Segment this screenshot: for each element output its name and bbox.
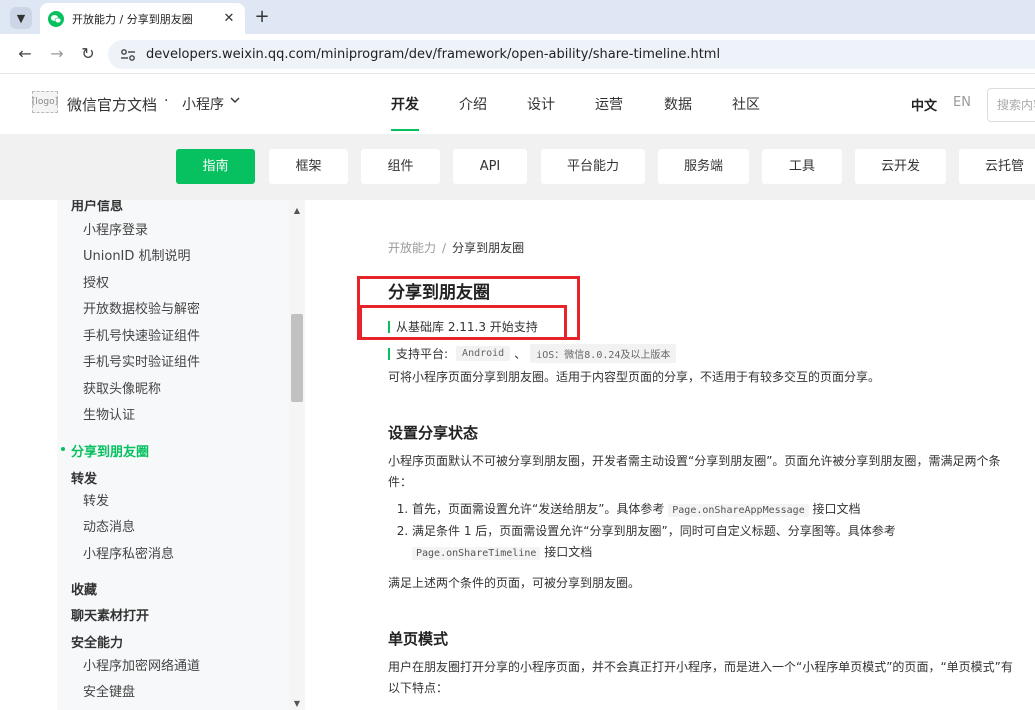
- share-status-note: 满足上述两个条件的页面，可被分享到朋友圈。: [388, 576, 641, 590]
- subnav-api[interactable]: API: [453, 149, 527, 184]
- sidebar: 用户信息 小程序登录 UnionID 机制说明 授权 开放数据校验与解密 手机号…: [0, 200, 305, 710]
- step1-code-link[interactable]: Page.onShareAppMessage: [668, 504, 809, 517]
- active-indicator-dot: [61, 447, 65, 451]
- scroll-down-arrow-icon[interactable]: ▼: [289, 699, 305, 708]
- browser-tab[interactable]: 开放能力 / 分享到朋友圈 ✕: [40, 3, 245, 34]
- sidebar-group-chat-material[interactable]: 聊天素材打开: [71, 605, 149, 624]
- sidebar-group-user-info[interactable]: 用户信息: [71, 200, 123, 214]
- sub-nav: 指南 框架 组件 API 平台能力 服务端 工具 云开发 云托管: [0, 134, 1035, 200]
- step2-code-link[interactable]: Page.onShareTimeline: [412, 547, 541, 560]
- subnav-tools[interactable]: 工具: [762, 149, 842, 184]
- platform-separator: 、: [514, 347, 527, 361]
- sidebar-item-login[interactable]: 小程序登录: [83, 219, 148, 238]
- breadcrumb-current: 分享到朋友圈: [452, 241, 525, 255]
- step1-suffix: 接口文档: [812, 502, 861, 516]
- site-header: [logo] 微信官方文档 · 小程序 开发 介绍 设计 运营 数据 社区 中文…: [0, 74, 1035, 134]
- tab-close-icon[interactable]: ✕: [221, 11, 237, 26]
- breadcrumb: 开放能力 / 分享到朋友圈: [388, 239, 524, 256]
- browser-tab-bar: ▼ 开放能力 / 分享到朋友圈 ✕ +: [0, 0, 1035, 34]
- sidebar-scrollbar[interactable]: ▲ ▼: [289, 200, 305, 710]
- scroll-thumb[interactable]: [291, 314, 303, 402]
- chevron-down-icon[interactable]: [229, 94, 241, 106]
- breadcrumb-separator: /: [442, 241, 447, 255]
- scroll-up-arrow-icon[interactable]: ▲: [289, 206, 305, 215]
- meta-bar-marker: [388, 347, 390, 360]
- sidebar-item-share-timeline[interactable]: 分享到朋友圈: [71, 441, 149, 460]
- sidebar-item-encrypted-channel[interactable]: 小程序加密网络通道: [83, 655, 200, 674]
- sidebar-item-phone-realtime[interactable]: 手机号实时验证组件: [83, 351, 200, 370]
- back-arrow-icon[interactable]: ←: [15, 44, 35, 64]
- lang-zh[interactable]: 中文: [911, 95, 937, 114]
- subnav-cloud-hosting[interactable]: 云托管: [959, 149, 1035, 184]
- site-settings-icon[interactable]: [120, 48, 136, 62]
- platform-label: 支持平台:: [396, 347, 449, 361]
- sidebar-item-unionid[interactable]: UnionID 机制说明: [83, 245, 191, 264]
- search-input[interactable]: 搜索内容: [987, 88, 1035, 122]
- tab-search-chevron-icon[interactable]: ▼: [10, 7, 32, 29]
- list-item: 首先，页面需设置允许“发送给朋友”。具体参考 Page.onShareAppMe…: [412, 499, 1018, 521]
- sidebar-item-authorize[interactable]: 授权: [83, 272, 109, 291]
- nav-design[interactable]: 设计: [527, 94, 555, 114]
- wechat-logo[interactable]: [logo]: [32, 91, 58, 113]
- address-bar[interactable]: developers.weixin.qq.com/miniprogram/dev…: [108, 40, 1035, 69]
- step1-text: 首先，页面需设置允许“发送给朋友”。具体参考: [412, 502, 665, 516]
- sidebar-item-avatar[interactable]: 获取头像昵称: [83, 378, 161, 397]
- list-item: 满足条件 1 后，页面需设置允许“分享到朋友圈”，同时可自定义标题、分享图等。具…: [412, 521, 1018, 564]
- section-title-share-status: 设置分享状态: [388, 424, 479, 442]
- nav-active-indicator: [391, 129, 419, 131]
- supported-platforms: 支持平台: Android 、 iOS：微信8.0.24及以上版本: [388, 344, 677, 363]
- breadcrumb-parent[interactable]: 开放能力: [388, 241, 436, 255]
- brand-separator: ·: [164, 93, 169, 109]
- highlight-box-version: [359, 305, 567, 340]
- tab-title: 开放能力 / 分享到朋友圈: [72, 12, 193, 26]
- product-selector[interactable]: 小程序: [182, 94, 224, 114]
- url-text: developers.weixin.qq.com/miniprogram/dev…: [146, 47, 721, 62]
- share-conditions-list: 首先，页面需设置允许“发送给朋友”。具体参考 Page.onShareAppMe…: [398, 499, 1018, 564]
- sidebar-group-forward[interactable]: 转发: [71, 468, 97, 487]
- reload-icon[interactable]: ↻: [78, 44, 98, 64]
- sidebar-item-forward[interactable]: 转发: [83, 490, 109, 509]
- lang-en[interactable]: EN: [953, 95, 971, 110]
- browser-toolbar: ← → ↻ developers.weixin.qq.com/miniprogr…: [0, 34, 1035, 74]
- platform-android-tag: Android: [456, 346, 511, 361]
- section-title-single-page: 单页模式: [388, 630, 449, 648]
- wechat-favicon-icon: [48, 10, 64, 27]
- nav-intro[interactable]: 介绍: [459, 94, 487, 114]
- new-tab-button[interactable]: +: [251, 6, 273, 28]
- sidebar-item-phone-quick[interactable]: 手机号快速验证组件: [83, 325, 200, 344]
- step2-suffix: 接口文档: [544, 545, 593, 559]
- subnav-platform[interactable]: 平台能力: [541, 149, 645, 184]
- nav-operation[interactable]: 运营: [595, 94, 623, 114]
- sidebar-item-private-msg[interactable]: 小程序私密消息: [83, 543, 174, 562]
- step2-text: 满足条件 1 后，页面需设置允许“分享到朋友圈”，同时可自定义标题、分享图等。具…: [412, 524, 896, 538]
- nav-community[interactable]: 社区: [732, 94, 760, 114]
- subnav-server[interactable]: 服务端: [658, 149, 749, 184]
- subnav-cloud-dev[interactable]: 云开发: [855, 149, 946, 184]
- single-page-paragraph: 用户在朋友圈打开分享的小程序页面，并不会真正打开小程序，而是进入一个“小程序单页…: [388, 660, 1013, 695]
- sidebar-item-secure-keyboard[interactable]: 安全键盘: [83, 681, 135, 700]
- nav-develop[interactable]: 开发: [391, 94, 419, 114]
- forward-arrow-icon[interactable]: →: [47, 44, 67, 64]
- subnav-components[interactable]: 组件: [361, 149, 440, 184]
- sidebar-group-favorite[interactable]: 收藏: [71, 579, 97, 598]
- intro-paragraph: 可将小程序页面分享到朋友圈。适用于内容型页面的分享，不适用于有较多交互的页面分享…: [388, 370, 881, 384]
- sidebar-item-dynamic-msg[interactable]: 动态消息: [83, 516, 135, 535]
- brand-title[interactable]: 微信官方文档: [67, 94, 157, 115]
- nav-data[interactable]: 数据: [664, 94, 692, 114]
- sidebar-item-bio-auth[interactable]: 生物认证: [83, 404, 135, 423]
- sidebar-item-open-data[interactable]: 开放数据校验与解密: [83, 298, 200, 317]
- subnav-framework[interactable]: 框架: [269, 149, 348, 184]
- platform-ios-tag: iOS：微信8.0.24及以上版本: [530, 344, 677, 363]
- sidebar-group-security[interactable]: 安全能力: [71, 632, 123, 651]
- share-status-paragraph: 小程序页面默认不可被分享到朋友圈，开发者需主动设置“分享到朋友圈”。页面允许被分…: [388, 454, 1001, 489]
- subnav-guide[interactable]: 指南: [176, 149, 255, 184]
